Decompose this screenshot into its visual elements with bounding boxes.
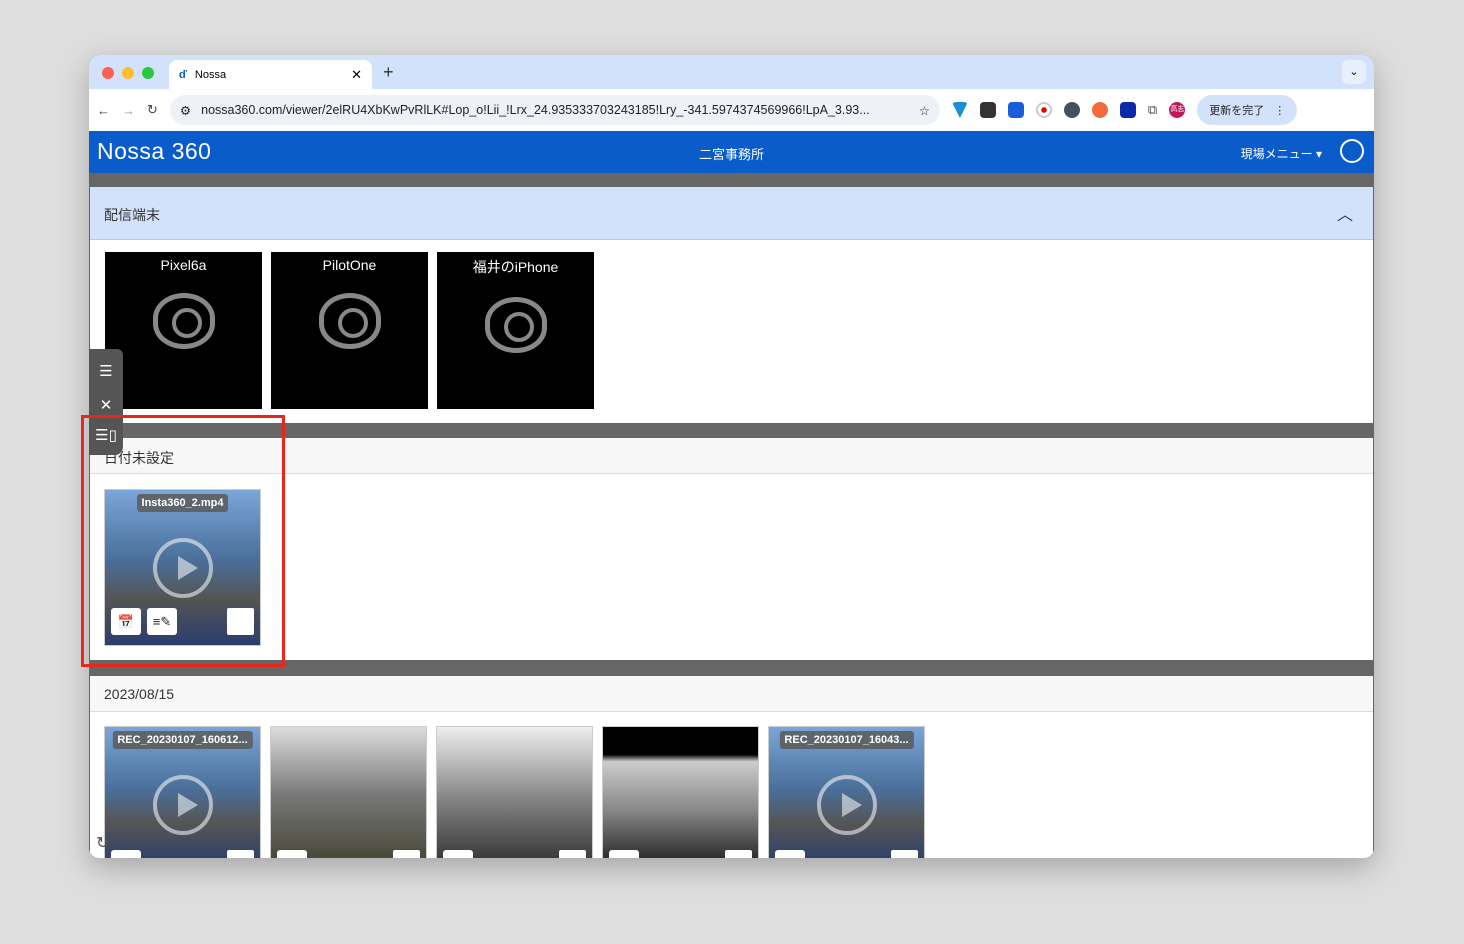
extension-vivaldi-icon[interactable] xyxy=(951,102,968,118)
devices-panel: 配信端末 ︿ Pixel6a PilotOne 福井のiPhone xyxy=(90,187,1373,423)
select-checkbox[interactable] xyxy=(891,850,918,858)
extension-qr-icon[interactable] xyxy=(979,102,996,118)
favicon-icon: ď xyxy=(179,68,187,81)
site-settings-icon[interactable]: ⚙ xyxy=(180,103,191,118)
site-menu-dropdown[interactable]: 現場メニュー ▾ xyxy=(1241,145,1322,162)
edit-notes-icon[interactable]: ≡ xyxy=(443,850,473,858)
select-checkbox[interactable] xyxy=(559,850,586,858)
new-tab-icon[interactable]: + xyxy=(383,62,394,83)
browser-toolbar: ← → ↻ ⚙ nossa360.com/viewer/2elRU4XbKwPv… xyxy=(89,89,1374,131)
edit-notes-icon[interactable]: ≡ xyxy=(775,850,805,858)
image-thumbnail[interactable]: ≡ xyxy=(436,726,593,858)
refresh-icon[interactable]: ↻ xyxy=(96,833,109,853)
highlight-box xyxy=(81,415,285,667)
app-header: Nossa 360 二宮事務所 現場メニュー ▾ xyxy=(89,131,1374,173)
webcam-icon xyxy=(318,293,381,349)
device-name: PilotOne xyxy=(322,257,377,273)
video-thumbnail[interactable]: REC_20230107_160612... ≡ xyxy=(104,726,261,858)
dated-title: 2023/08/15 xyxy=(104,686,175,702)
device-name: 福井のiPhone xyxy=(472,259,559,275)
device-name: Pixel6a xyxy=(160,257,207,273)
account-icon[interactable] xyxy=(1340,139,1364,163)
edit-notes-icon[interactable]: ≡ xyxy=(111,850,141,858)
extension-info-icon[interactable] xyxy=(1119,102,1136,118)
play-icon[interactable] xyxy=(153,775,213,835)
list-icon[interactable]: ☰ xyxy=(89,355,123,389)
tab-bar: ď Nossa ✕ + ⌄ xyxy=(89,55,1374,89)
maximize-window-icon[interactable] xyxy=(142,67,154,79)
dated-panel: 2023/08/15 REC_20230107_160612... ≡ ≡ ≡ ≡… xyxy=(90,676,1373,858)
extension-bolt-icon[interactable] xyxy=(1063,102,1080,118)
devices-title: 配信端末 xyxy=(104,207,160,223)
tab-nossa[interactable]: ď Nossa ✕ xyxy=(169,60,372,89)
forward-icon[interactable]: → xyxy=(122,103,135,118)
image-thumbnail[interactable]: ≡ xyxy=(270,726,427,858)
side-toolbar: ☰ ✕ xyxy=(89,349,123,419)
more-vert-icon[interactable]: ⋮ xyxy=(1274,104,1285,117)
edit-notes-icon[interactable]: ≡ xyxy=(277,850,307,858)
tab-search-chevron-icon[interactable]: ⌄ xyxy=(1342,60,1366,84)
site-name: 二宮事務所 xyxy=(698,147,764,162)
select-checkbox[interactable] xyxy=(725,850,752,858)
tab-title: Nossa xyxy=(194,68,227,81)
close-window-icon[interactable] xyxy=(102,67,114,79)
image-thumbnail[interactable]: ≡ xyxy=(602,726,759,858)
profile-avatar[interactable]: 高志 xyxy=(1169,102,1186,118)
webcam-icon xyxy=(152,293,215,349)
select-checkbox[interactable] xyxy=(227,850,254,858)
back-icon[interactable]: ← xyxy=(97,103,110,118)
reload-icon[interactable]: ↻ xyxy=(147,102,158,118)
bookmark-star-icon[interactable]: ☆ xyxy=(919,103,930,118)
url-text: nossa360.com/viewer/2elRU4XbKwPvRlLK#Lop… xyxy=(201,103,870,117)
collapse-chevron-icon[interactable]: ︿ xyxy=(1337,201,1353,225)
device-card[interactable]: PilotOne xyxy=(271,252,428,409)
video-thumbnail[interactable]: REC_20230107_16043... ≡ xyxy=(768,726,925,858)
address-bar[interactable]: ⚙ nossa360.com/viewer/2elRU4XbKwPvRlLK#L… xyxy=(169,95,940,125)
update-button[interactable]: 更新を完了 ⋮ xyxy=(1197,95,1298,125)
play-icon[interactable] xyxy=(817,775,877,835)
extension-t-icon[interactable] xyxy=(1091,102,1108,118)
webcam-icon xyxy=(484,297,547,353)
select-checkbox[interactable] xyxy=(393,850,420,858)
video-name: REC_20230107_16043... xyxy=(779,731,914,749)
device-card[interactable]: Pixel6a xyxy=(105,252,262,409)
dated-header: 2023/08/15 xyxy=(90,676,1373,712)
extensions-puzzle-icon[interactable]: ⧉ xyxy=(1148,102,1157,118)
update-label: 更新を完了 xyxy=(1209,105,1265,117)
extension-bitwarden-icon[interactable] xyxy=(1007,102,1024,118)
extension-record-icon[interactable] xyxy=(1035,102,1052,118)
edit-notes-icon[interactable]: ≡ xyxy=(609,850,639,858)
device-card[interactable]: 福井のiPhone xyxy=(437,252,594,409)
video-name: REC_20230107_160612... xyxy=(112,731,253,749)
site-menu-label: 現場メニュー xyxy=(1240,147,1313,161)
minimize-window-icon[interactable] xyxy=(122,67,134,79)
close-tab-icon[interactable]: ✕ xyxy=(351,67,362,83)
devices-header[interactable]: 配信端末 ︿ xyxy=(90,187,1373,240)
